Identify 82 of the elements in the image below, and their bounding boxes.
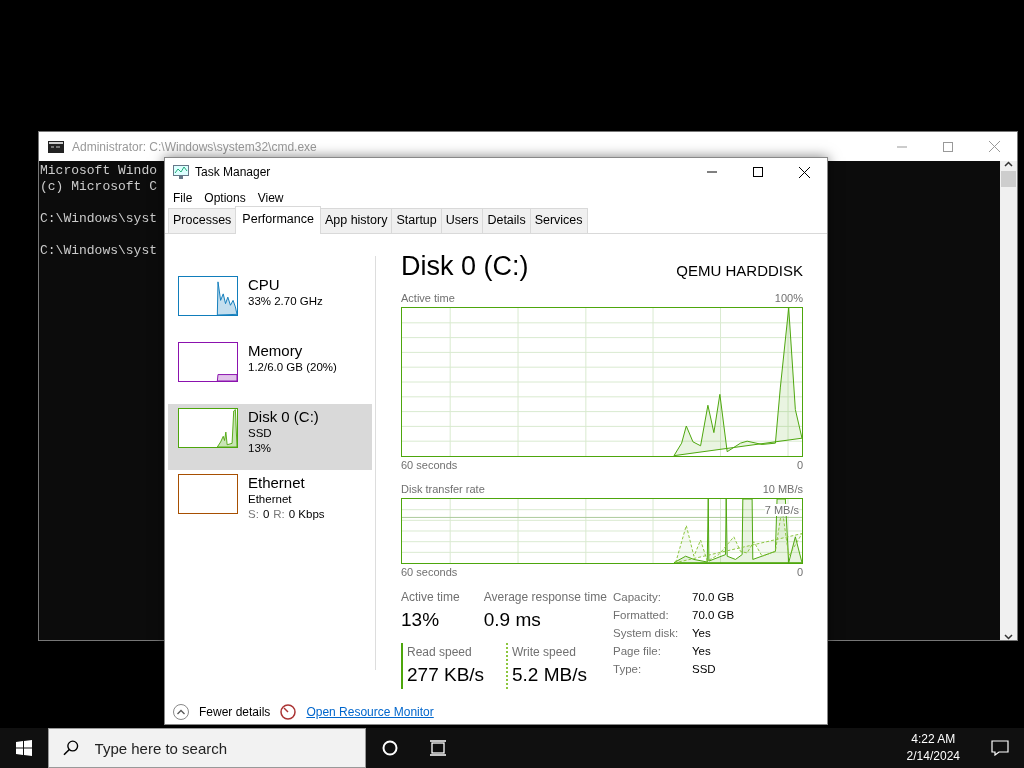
clock-time[interactable]: 4:22 AM [906, 731, 960, 748]
property-value: Yes [692, 626, 711, 641]
windows-logo-icon[interactable] [16, 740, 32, 756]
speed-label: Read speed [407, 643, 473, 661]
property-label: Capacity: [613, 590, 662, 605]
stat-value: 0 Kbps [288, 507, 325, 522]
tab[interactable]: Performance [235, 206, 321, 234]
speed-value: 5.2 MB/s [512, 662, 588, 687]
item-detail: 13% [248, 441, 273, 456]
property-value: Yes [692, 644, 711, 659]
graph-max: 100% [774, 291, 803, 306]
tab[interactable]: Users [440, 208, 484, 233]
speed-value: 277 KB/s [407, 662, 486, 687]
close-icon[interactable] [798, 166, 810, 178]
graph-label: Active time [401, 291, 455, 306]
disk-model: QEMU HARDDISK [676, 260, 803, 281]
stat-label: S: [248, 507, 259, 522]
console-line: C:\Windows\syst [40, 243, 158, 259]
window-title: Task Manager [195, 164, 272, 181]
chevron-up-icon[interactable] [173, 704, 189, 720]
monitor-chart-icon [173, 165, 189, 179]
item-title: Memory [248, 342, 304, 360]
sidebar-item[interactable]: Memory 1.2/6.0 GB (20%) [168, 338, 372, 404]
window-title: Administrator: C:\Windows\system32\cmd.exe [72, 138, 318, 156]
menu-item[interactable]: View [251, 189, 290, 207]
stat-value: 13% [401, 608, 441, 632]
graph-marker: 7 MB/s [764, 503, 799, 516]
item-detail: 1.2/6.0 GB (20%) [248, 360, 337, 375]
property-label: Type: [613, 662, 643, 677]
property-label: System disk: [613, 626, 680, 641]
menu-item[interactable]: Options [198, 189, 252, 207]
axis-label: 0 [796, 457, 803, 473]
notification-icon[interactable] [991, 740, 1009, 756]
property-label: Formatted: [613, 608, 670, 623]
graph-max: 10 MB/s [762, 482, 803, 497]
console-line: C:\Windows\syst [40, 211, 158, 227]
sidebar-item[interactable]: Disk 0 (C:) SSD 13% [168, 404, 372, 470]
stat-label: Active time [401, 589, 460, 606]
resource-monitor-link[interactable]: Open Resource Monitor [306, 703, 434, 721]
tab[interactable]: Services [529, 208, 588, 233]
maximize-icon[interactable] [753, 167, 763, 177]
item-detail: 33% 2.70 GHz [248, 294, 323, 309]
property-value: 70.0 GB [692, 608, 735, 623]
tab[interactable]: App history [319, 208, 393, 233]
scroll-up-icon[interactable] [1004, 161, 1013, 167]
scroll-down-icon[interactable] [1004, 634, 1013, 640]
tab[interactable]: Processes [168, 208, 237, 233]
cortana-circle-icon[interactable] [382, 740, 398, 756]
property-label: Page file: [613, 644, 662, 659]
console-icon [48, 140, 64, 153]
stat-label: Average response time [483, 589, 607, 606]
stat-value: 0.9 ms [483, 608, 542, 632]
sidebar-item[interactable]: Ethernet Ethernet S: 0 R: 0 Kbps [168, 470, 372, 536]
property-value: 70.0 GB [692, 590, 735, 605]
sidebar-item[interactable]: CPU 33% 2.70 GHz [168, 272, 372, 338]
clock-date[interactable]: 2/14/2024 [906, 748, 960, 765]
item-title: CPU [248, 276, 281, 294]
fewer-details-button[interactable]: Fewer details [199, 703, 271, 721]
menu-item[interactable]: File [167, 189, 199, 207]
gauge-icon [280, 704, 297, 720]
axis-label: 60 seconds [401, 564, 458, 580]
graph-label: Disk transfer rate [401, 482, 485, 497]
search-field[interactable]: Type here to search [92, 730, 365, 766]
task-view-icon[interactable] [429, 740, 447, 756]
search-icon [63, 740, 79, 756]
scroll-thumb[interactable] [1001, 171, 1016, 187]
axis-label: 0 [796, 564, 803, 580]
stat-value: 0 [262, 507, 270, 522]
console-line: (c) Microsoft C [40, 179, 158, 195]
property-value: SSD [692, 662, 716, 677]
speed-label: Write speed [512, 643, 577, 661]
tab[interactable]: Startup [391, 208, 442, 233]
item-title: Disk 0 (C:) [248, 408, 319, 426]
axis-label: 60 seconds [401, 457, 458, 473]
stat-label: R: [273, 507, 285, 522]
disk-title: Disk 0 (C:) [401, 250, 529, 282]
console-line: Microsoft Windo [40, 163, 158, 179]
search-box[interactable]: Type here to search [48, 728, 366, 768]
tab[interactable]: Details [482, 208, 531, 233]
item-detail: Ethernet [248, 492, 293, 507]
item-detail: SSD [248, 426, 273, 441]
item-title: Ethernet [248, 474, 306, 492]
